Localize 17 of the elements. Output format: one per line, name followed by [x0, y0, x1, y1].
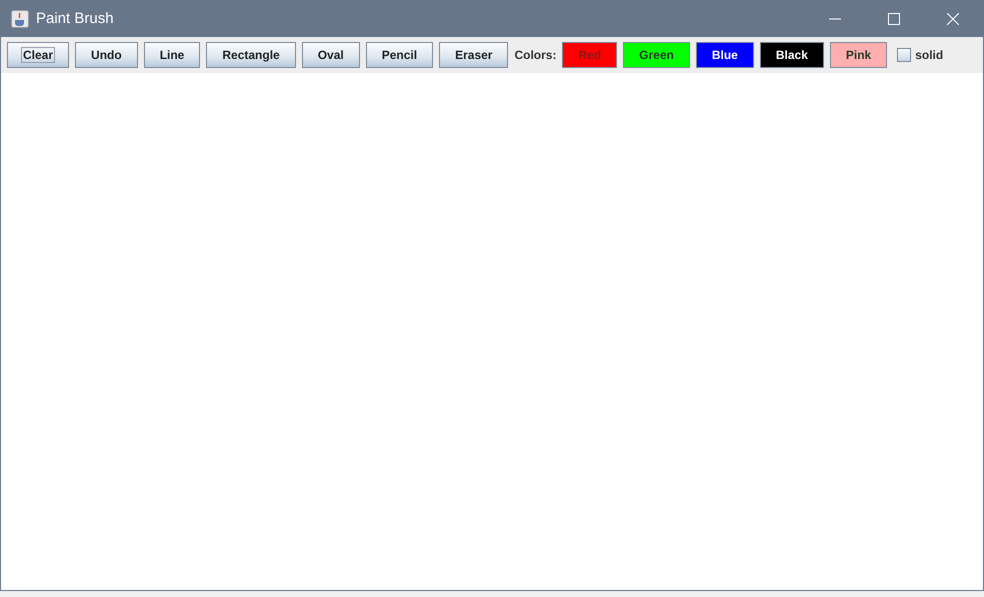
color-button[interactable]: Blue	[696, 42, 754, 68]
tool-button[interactable]: Pencil	[366, 42, 434, 68]
cup-icon	[11, 10, 29, 28]
tool-button[interactable]: Eraser	[439, 42, 508, 68]
window-title: Paint Brush	[36, 10, 114, 27]
color-button[interactable]: Black	[760, 42, 824, 68]
tool-button[interactable]: Rectangle	[206, 42, 296, 68]
tool-button[interactable]: Undo	[75, 42, 138, 68]
maximize-icon[interactable]	[888, 12, 900, 24]
tool-button[interactable]: Oval	[302, 42, 360, 68]
color-button[interactable]: Pink	[830, 42, 888, 68]
tool-button[interactable]: Clear	[7, 42, 70, 68]
color-button[interactable]: Green	[623, 42, 690, 68]
colors-label: Colors:	[514, 48, 556, 62]
tool-button[interactable]: Line	[144, 42, 200, 68]
solid-checkbox[interactable]: solid	[897, 48, 944, 62]
close-icon[interactable]	[947, 12, 959, 24]
